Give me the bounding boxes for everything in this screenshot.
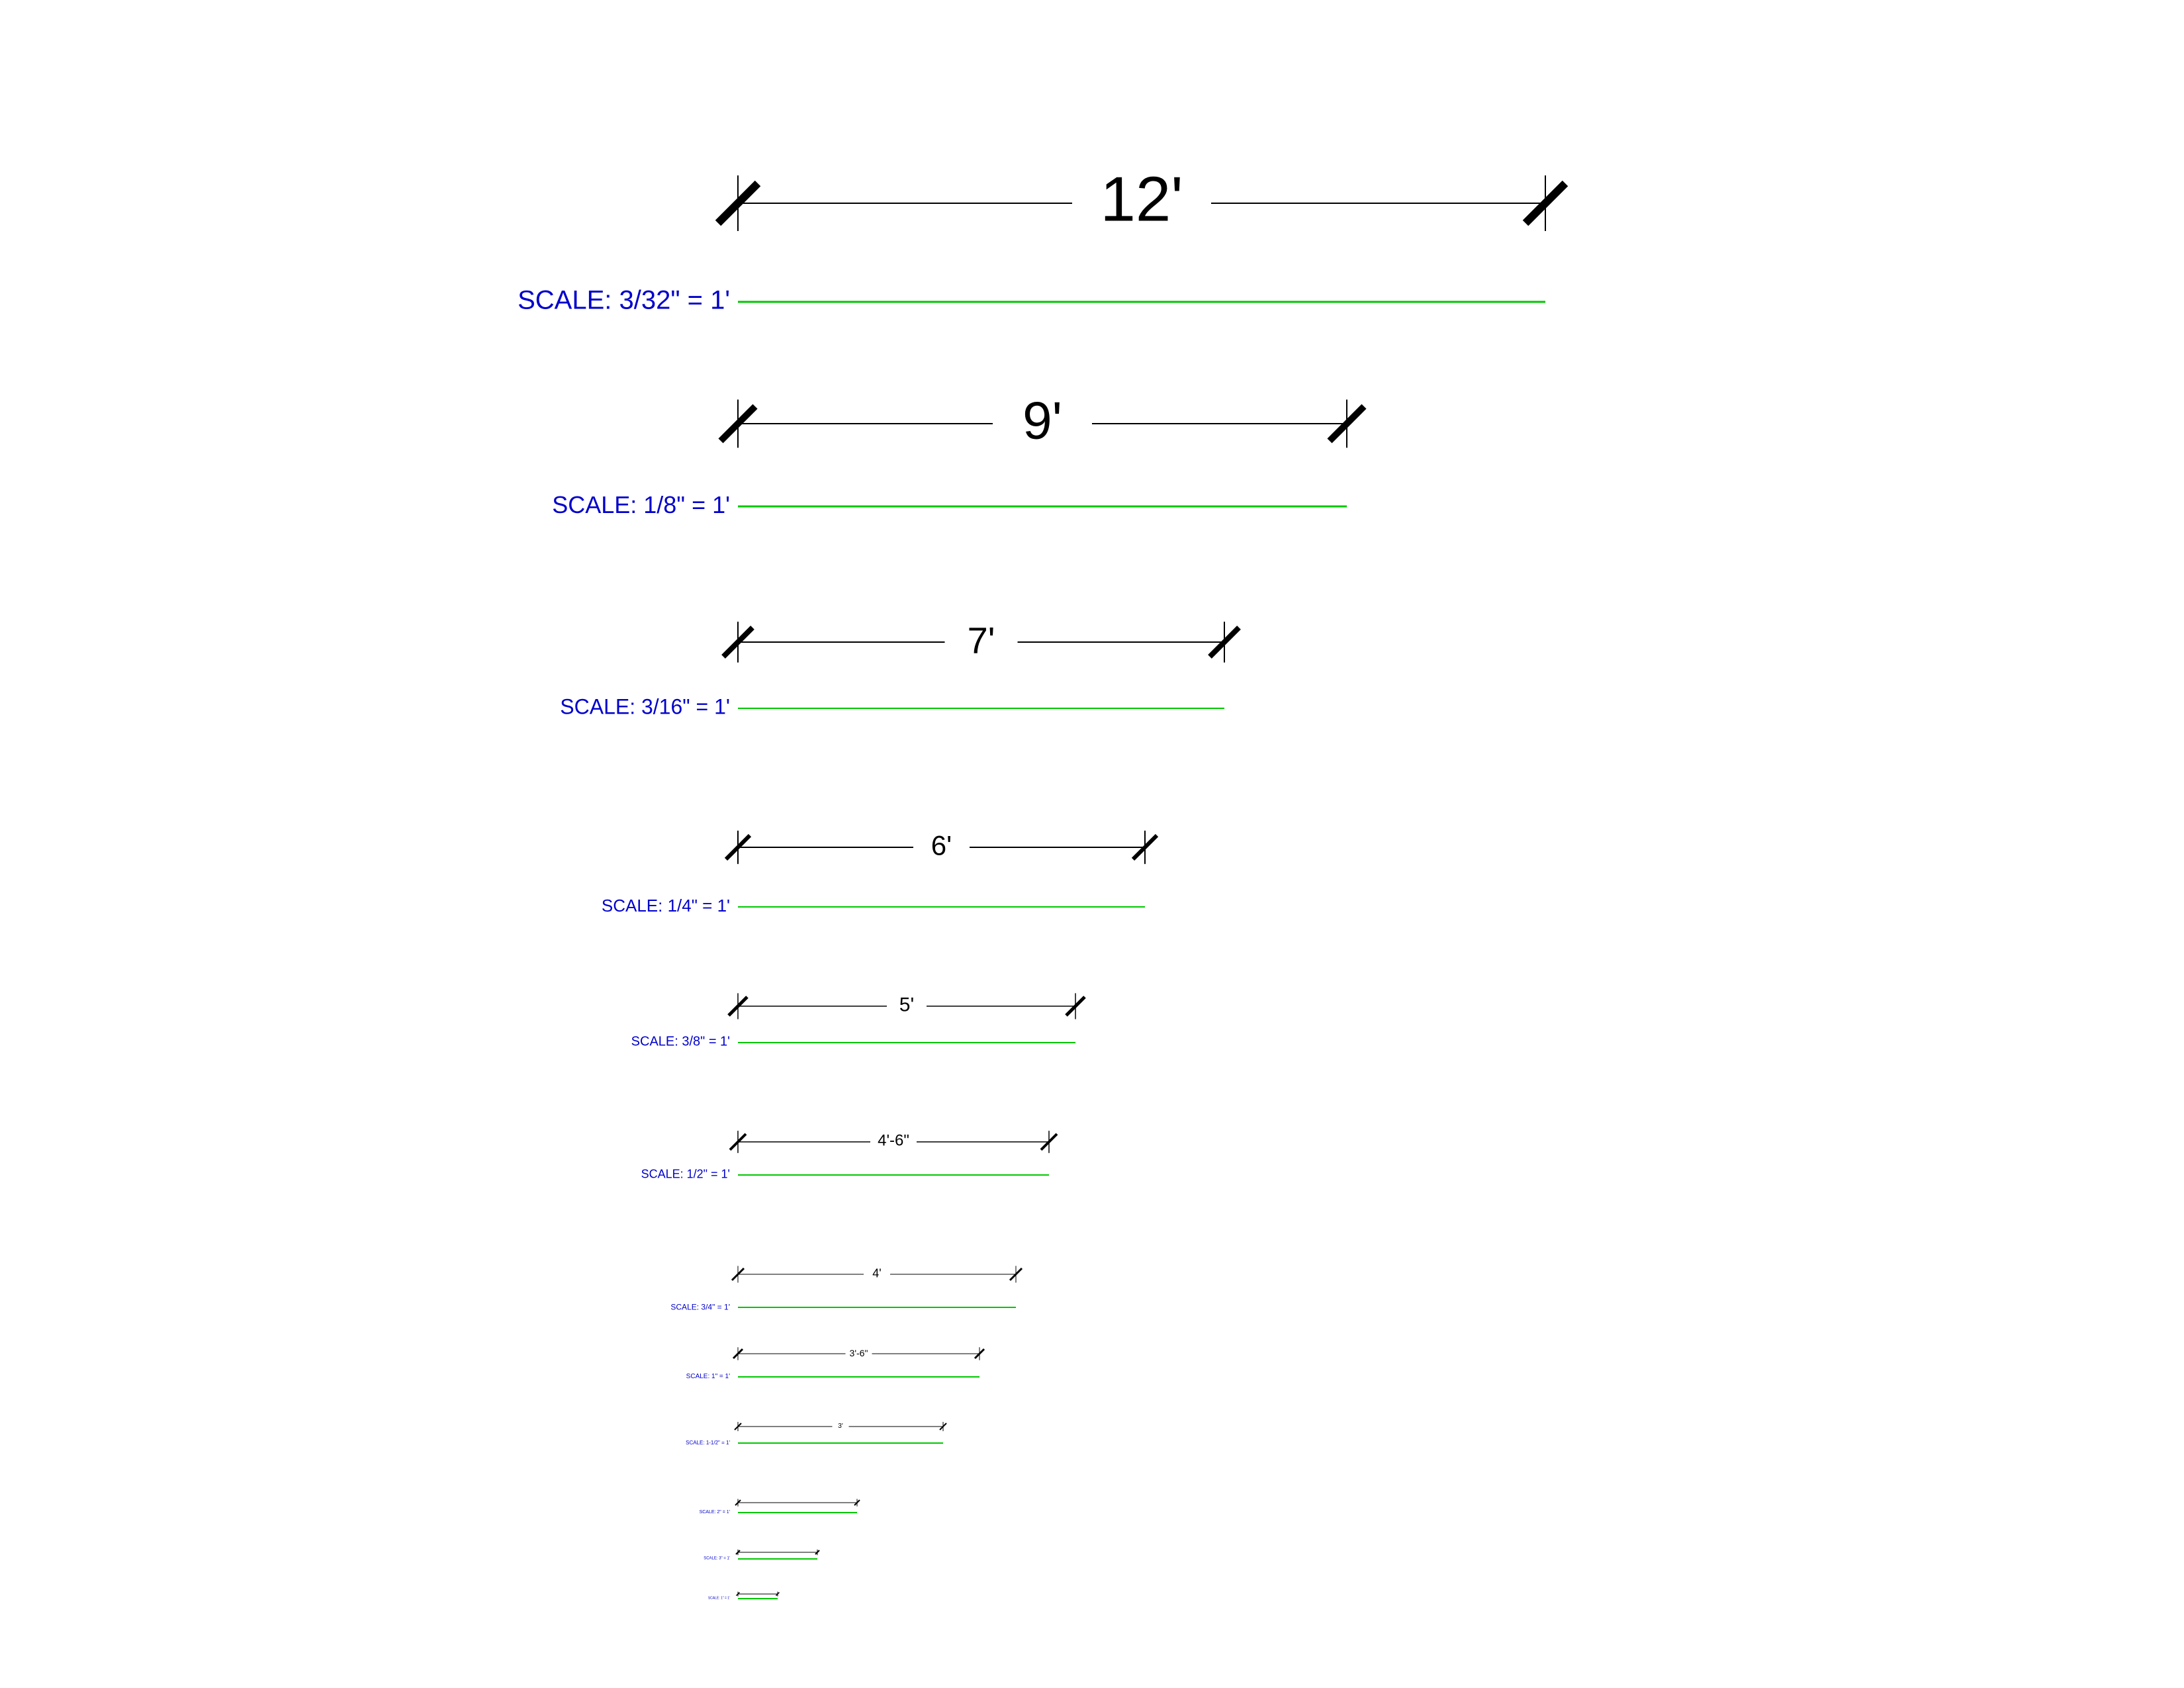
dimension-row-11 <box>0 0 2184 1688</box>
scale-label: SCALE: 1" = 1' <box>708 1597 730 1601</box>
diagram-stage: 12'SCALE: 3/32" = 1'9'SCALE: 1/8" = 1'7'… <box>0 0 2184 1688</box>
